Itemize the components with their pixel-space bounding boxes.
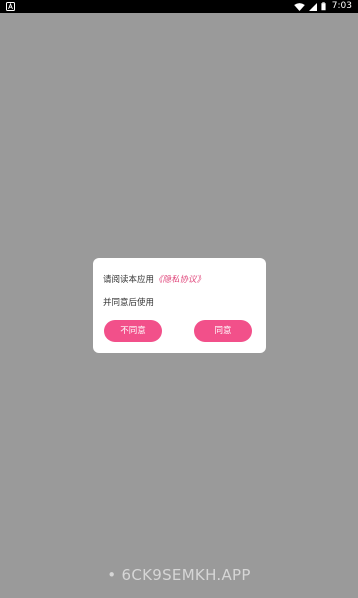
privacy-dialog: 请阅读本应用《隐私协议》 并同意后使用 不同意 同意 <box>93 258 266 353</box>
dialog-prefix-text: 请阅读本应用 <box>103 275 155 285</box>
dialog-message-line1: 请阅读本应用《隐私协议》 <box>103 273 205 285</box>
wifi-icon <box>293 2 305 11</box>
privacy-policy-link[interactable]: 《隐私协议》 <box>154 275 205 285</box>
status-bar: 7:03 <box>0 0 358 13</box>
disagree-button[interactable]: 不同意 <box>104 320 162 342</box>
notification-a-icon <box>6 2 15 11</box>
battery-icon <box>321 2 326 11</box>
dialog-message-line2: 并同意后使用 <box>103 298 155 308</box>
watermark-text: • 6CK9SEMKH.APP <box>107 566 251 584</box>
agree-button[interactable]: 同意 <box>194 320 252 342</box>
status-time: 7:03 <box>331 1 352 11</box>
signal-icon <box>308 2 317 11</box>
